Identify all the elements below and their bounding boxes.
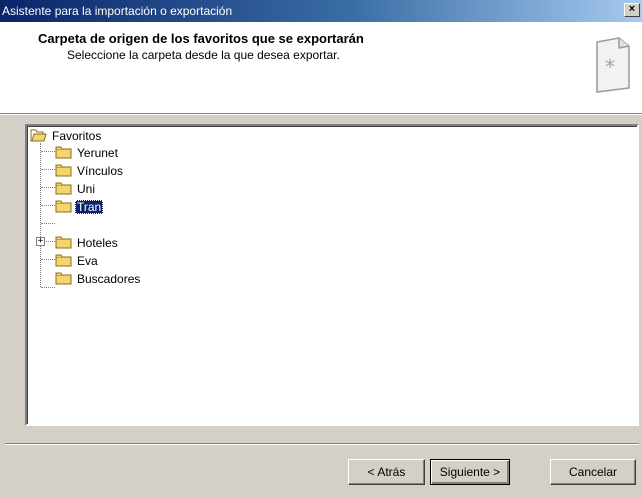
tree-connector	[41, 151, 55, 152]
tree-item-label: Favoritos	[52, 128, 102, 143]
tree-item-buscadores[interactable]: Buscadores	[55, 270, 142, 287]
tree-item-yerunet[interactable]: Yerunet	[55, 144, 120, 161]
folder-icon	[55, 200, 72, 213]
folder-icon	[55, 182, 72, 195]
page-title: Carpeta de origen de los favoritos que s…	[38, 31, 364, 46]
folder-icon	[55, 146, 72, 159]
cancel-button[interactable]: Cancelar	[550, 459, 636, 485]
tree-root-favoritos[interactable]: Favoritos	[30, 127, 103, 144]
tree-connector	[41, 187, 55, 188]
tree-item-tran[interactable]: Tran	[55, 198, 104, 215]
tree-item-vinculos[interactable]: Vínculos	[55, 162, 125, 179]
tree-connector	[41, 259, 55, 260]
tree-connector	[40, 143, 41, 287]
tree-item-label: Buscadores	[77, 271, 141, 286]
close-button[interactable]: ×	[624, 3, 640, 17]
tree-item-label: Vínculos	[77, 163, 124, 178]
folder-icon	[55, 236, 72, 249]
tree-item-label: Eva	[77, 253, 98, 268]
tree-item-label: Hoteles	[77, 235, 118, 250]
tree-item-label: Uni	[77, 181, 96, 196]
tree-item-label-selected: Tran	[75, 199, 104, 214]
next-button[interactable]: Siguiente >	[430, 459, 510, 485]
footer-divider-highlight	[5, 444, 639, 445]
back-button[interactable]: < Atrás	[348, 459, 425, 485]
tree-connector	[41, 205, 55, 206]
folder-icon	[55, 254, 72, 267]
folder-tree[interactable]: Favoritos Yerunet Vínculos Uni Tran + Ho…	[25, 124, 639, 426]
expand-toggle[interactable]: +	[36, 237, 45, 246]
tree-item-uni[interactable]: Uni	[55, 180, 97, 197]
tree-item-eva[interactable]: Eva	[55, 252, 100, 269]
folder-open-icon	[30, 129, 47, 142]
svg-text:*: *	[605, 55, 615, 79]
folder-icon	[55, 272, 72, 285]
tree-connector	[41, 223, 55, 224]
window-title: Asistente para la importación o exportac…	[2, 4, 233, 18]
title-bar: Asistente para la importación o exportac…	[0, 0, 642, 22]
tree-item-label: Yerunet	[77, 145, 118, 160]
export-favorites-icon: *	[596, 37, 630, 93]
page-subtitle: Seleccione la carpeta desde la que desea…	[67, 48, 340, 62]
tree-connector	[41, 169, 55, 170]
tree-connector	[41, 287, 55, 288]
folder-icon	[55, 164, 72, 177]
header-divider	[0, 114, 642, 115]
tree-item-hoteles[interactable]: Hoteles	[55, 234, 120, 251]
